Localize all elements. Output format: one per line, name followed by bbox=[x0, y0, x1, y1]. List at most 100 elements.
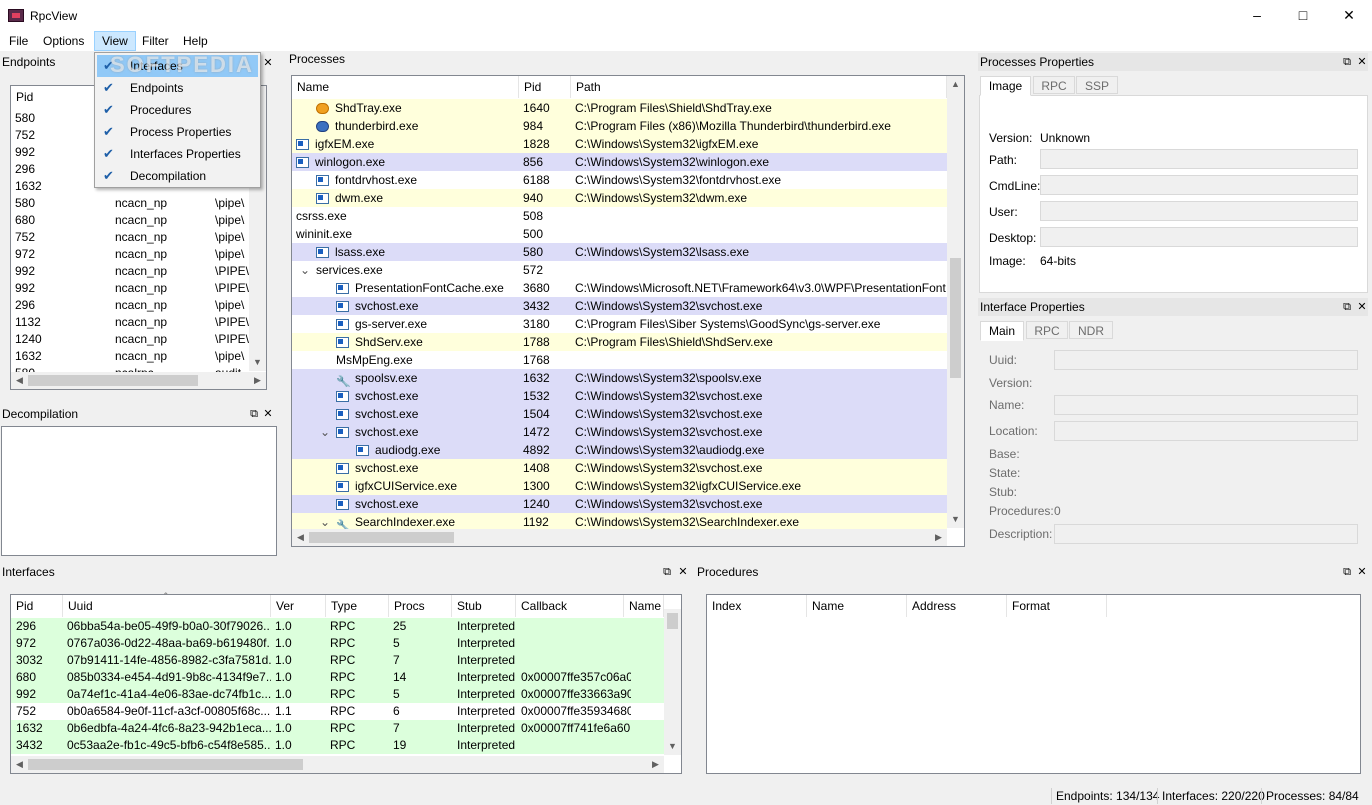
scroll-thumb[interactable] bbox=[950, 258, 961, 378]
process-row[interactable]: gs-server.exe 3180 C:\Program Files\Siber … bbox=[292, 315, 947, 333]
scroll-down-icon[interactable]: ▼ bbox=[664, 738, 681, 755]
path-field[interactable] bbox=[1040, 149, 1358, 169]
interfaces-vscroll[interactable]: ▼ bbox=[664, 609, 681, 755]
maximize-button[interactable]: □ bbox=[1280, 0, 1326, 31]
scroll-left-icon[interactable]: ◀ bbox=[292, 529, 309, 546]
process-row[interactable]: csrss.exe 508 bbox=[292, 207, 947, 225]
procedures-header-index[interactable]: Index bbox=[707, 595, 807, 617]
interfaces-header-type[interactable]: Type bbox=[326, 595, 389, 617]
scroll-down-icon[interactable]: ▼ bbox=[947, 511, 964, 528]
close-icon[interactable]: ✕ bbox=[1355, 565, 1369, 579]
table-row[interactable]: 1240 ncacn_np \PIPE\ bbox=[11, 330, 249, 347]
tab-ndr[interactable]: NDR bbox=[1069, 321, 1113, 339]
process-row[interactable]: svchost.exe 3432 C:\Windows\System32\svcho… bbox=[292, 297, 947, 315]
float-icon[interactable]: ⧉ bbox=[247, 407, 261, 421]
scroll-down-icon[interactable]: ▼ bbox=[249, 354, 266, 371]
interface-row[interactable]: 992 0a74ef1c-41a4-4e06-83ae-dc74fb1c... 1.… bbox=[11, 686, 664, 703]
close-icon[interactable]: ✕ bbox=[261, 56, 275, 70]
interface-row[interactable]: 3032 07b91411-14fe-4856-8982-c3fa7581d...… bbox=[11, 652, 664, 669]
view-menu-interfaces-properties[interactable]: ✔ Interfaces Properties bbox=[97, 143, 258, 165]
process-row[interactable]: ⌄ svchost.exe 1472 C:\Windows\System32\svch… bbox=[292, 423, 947, 441]
interfaces-table[interactable]: Pid Uuid Ver Type Procs Stub Callback Na… bbox=[10, 591, 682, 774]
minimize-button[interactable]: – bbox=[1234, 0, 1280, 31]
process-row[interactable]: svchost.exe 1240 C:\Windows\System32\svcho… bbox=[292, 495, 947, 513]
close-icon[interactable]: ✕ bbox=[1355, 300, 1369, 314]
interface-row[interactable]: 1632 0b6edbfa-4a24-4fc6-8a23-942b1eca... 1… bbox=[11, 720, 664, 737]
table-row[interactable]: 680 ncacn_np \pipe\ bbox=[11, 211, 249, 228]
view-menu-process-properties[interactable]: ✔ Process Properties bbox=[97, 121, 258, 143]
process-row[interactable]: 🔧 spoolsv.exe 1632 C:\Windows\System32\spoo… bbox=[292, 369, 947, 387]
interfaces-header-name[interactable]: Name bbox=[624, 595, 664, 617]
process-row[interactable]: ⌄ services.exe 572 bbox=[292, 261, 947, 279]
process-row[interactable]: fontdrvhost.exe 6188 C:\Windows\System32\f… bbox=[292, 171, 947, 189]
view-menu-procedures[interactable]: ✔ Procedures bbox=[97, 99, 258, 121]
decompilation-area[interactable] bbox=[1, 426, 277, 556]
process-row[interactable]: igfxEM.exe 1828 C:\Windows\System32\igfxEM… bbox=[292, 135, 947, 153]
process-row[interactable]: svchost.exe 1504 C:\Windows\System32\svcho… bbox=[292, 405, 947, 423]
interface-row[interactable]: 752 0b0a6584-9e0f-11cf-a3cf-00805f68c... 1… bbox=[11, 703, 664, 720]
process-row[interactable]: lsass.exe 580 C:\Windows\System32\lsass.ex… bbox=[292, 243, 947, 261]
process-row[interactable]: winlogon.exe 856 C:\Windows\System32\winlo… bbox=[292, 153, 947, 171]
process-row[interactable]: svchost.exe 1408 C:\Windows\System32\svcho… bbox=[292, 459, 947, 477]
close-icon[interactable]: ✕ bbox=[676, 565, 690, 579]
table-row[interactable]: 1132 ncacn_np \PIPE\ bbox=[11, 313, 249, 330]
table-row[interactable]: 972 ncacn_np \pipe\ bbox=[11, 245, 249, 262]
process-row[interactable]: MsMpEng.exe 1768 bbox=[292, 351, 947, 369]
table-row[interactable]: 580 ncacn_np \pipe\ bbox=[11, 194, 249, 211]
interfaces-header-stub[interactable]: Stub bbox=[452, 595, 516, 617]
scroll-thumb[interactable] bbox=[28, 759, 303, 770]
scroll-left-icon[interactable]: ◀ bbox=[11, 372, 28, 389]
table-row[interactable]: 752 ncacn_np \pipe\ bbox=[11, 228, 249, 245]
process-row[interactable]: thunderbird.exe 984 C:\Program Files (x86)… bbox=[292, 117, 947, 135]
process-row[interactable]: ShdServ.exe 1788 C:\Program Files\Shield\S… bbox=[292, 333, 947, 351]
view-menu-decompilation[interactable]: ✔ Decompilation bbox=[97, 165, 258, 187]
uuid-field[interactable] bbox=[1054, 350, 1358, 370]
table-row[interactable]: 1632 ncacn_np \pipe\ bbox=[11, 347, 249, 364]
tab-image[interactable]: Image bbox=[980, 76, 1031, 96]
scroll-thumb[interactable] bbox=[667, 613, 678, 629]
desktop-field[interactable] bbox=[1040, 227, 1358, 247]
procedures-header-name[interactable]: Name bbox=[807, 595, 907, 617]
endpoints-hscroll[interactable]: ◀ ▶ bbox=[11, 372, 266, 389]
interface-row[interactable]: 296 06bba54a-be05-49f9-b0a0-30f79026... 1.… bbox=[11, 618, 664, 635]
float-icon[interactable]: ⧉ bbox=[1340, 55, 1354, 69]
table-row[interactable]: 992 ncacn_np \PIPE\ bbox=[11, 262, 249, 279]
cmdline-field[interactable] bbox=[1040, 175, 1358, 195]
tab-rpc[interactable]: RPC bbox=[1026, 321, 1068, 339]
name-field[interactable] bbox=[1054, 395, 1358, 415]
process-row[interactable]: audiodg.exe 4892 C:\Windows\System32\audio… bbox=[292, 441, 947, 459]
procedures-table[interactable]: Index Name Address Format bbox=[706, 594, 1361, 774]
menu-options[interactable]: Options bbox=[36, 31, 91, 51]
menu-file[interactable]: File bbox=[2, 31, 35, 51]
process-row[interactable]: igfxCUIService.exe 1300 C:\Windows\System3… bbox=[292, 477, 947, 495]
menu-view[interactable]: View bbox=[94, 31, 136, 51]
float-icon[interactable]: ⧉ bbox=[660, 565, 674, 579]
tab-ssp[interactable]: SSP bbox=[1076, 76, 1118, 94]
procedures-header-address[interactable]: Address bbox=[907, 595, 1007, 617]
process-row[interactable]: ShdTray.exe 1640 C:\Program Files\Shield\S… bbox=[292, 99, 947, 117]
table-row[interactable]: 992 ncacn_np \PIPE\ bbox=[11, 279, 249, 296]
processes-header-path[interactable]: Path bbox=[571, 76, 947, 98]
interfaces-header-procs[interactable]: Procs bbox=[389, 595, 452, 617]
processes-tree[interactable]: Name Pid Path ShdTray.exe 1640 C:\Program … bbox=[291, 75, 965, 547]
tab-rpc[interactable]: RPC bbox=[1033, 76, 1075, 94]
scroll-thumb[interactable] bbox=[28, 375, 198, 386]
location-field[interactable] bbox=[1054, 421, 1358, 441]
processes-vscroll[interactable]: ▲ ▼ bbox=[947, 76, 964, 528]
tab-main[interactable]: Main bbox=[980, 321, 1024, 341]
close-icon[interactable]: ✕ bbox=[1355, 55, 1369, 69]
process-row[interactable]: dwm.exe 940 C:\Windows\System32\dwm.exe bbox=[292, 189, 947, 207]
table-row[interactable]: 296 ncacn_np \pipe\ bbox=[11, 296, 249, 313]
scroll-right-icon[interactable]: ▶ bbox=[930, 529, 947, 546]
view-menu-endpoints[interactable]: ✔ Endpoints bbox=[97, 77, 258, 99]
interfaces-header-pid[interactable]: Pid bbox=[11, 595, 63, 617]
description-field[interactable] bbox=[1054, 524, 1358, 544]
menu-help[interactable]: Help bbox=[176, 31, 215, 51]
interfaces-hscroll[interactable]: ◀ ▶ bbox=[11, 756, 664, 773]
user-field[interactable] bbox=[1040, 201, 1358, 221]
interface-row[interactable]: 680 085b0334-e454-4d91-9b8c-4134f9e7... 1.… bbox=[11, 669, 664, 686]
process-row[interactable]: svchost.exe 1532 C:\Windows\System32\svcho… bbox=[292, 387, 947, 405]
scroll-thumb[interactable] bbox=[309, 532, 454, 543]
menu-filter[interactable]: Filter bbox=[135, 31, 176, 51]
interface-row[interactable]: 3432 0c53aa2e-fb1c-49c5-bfb6-c54f8e585...… bbox=[11, 737, 664, 754]
